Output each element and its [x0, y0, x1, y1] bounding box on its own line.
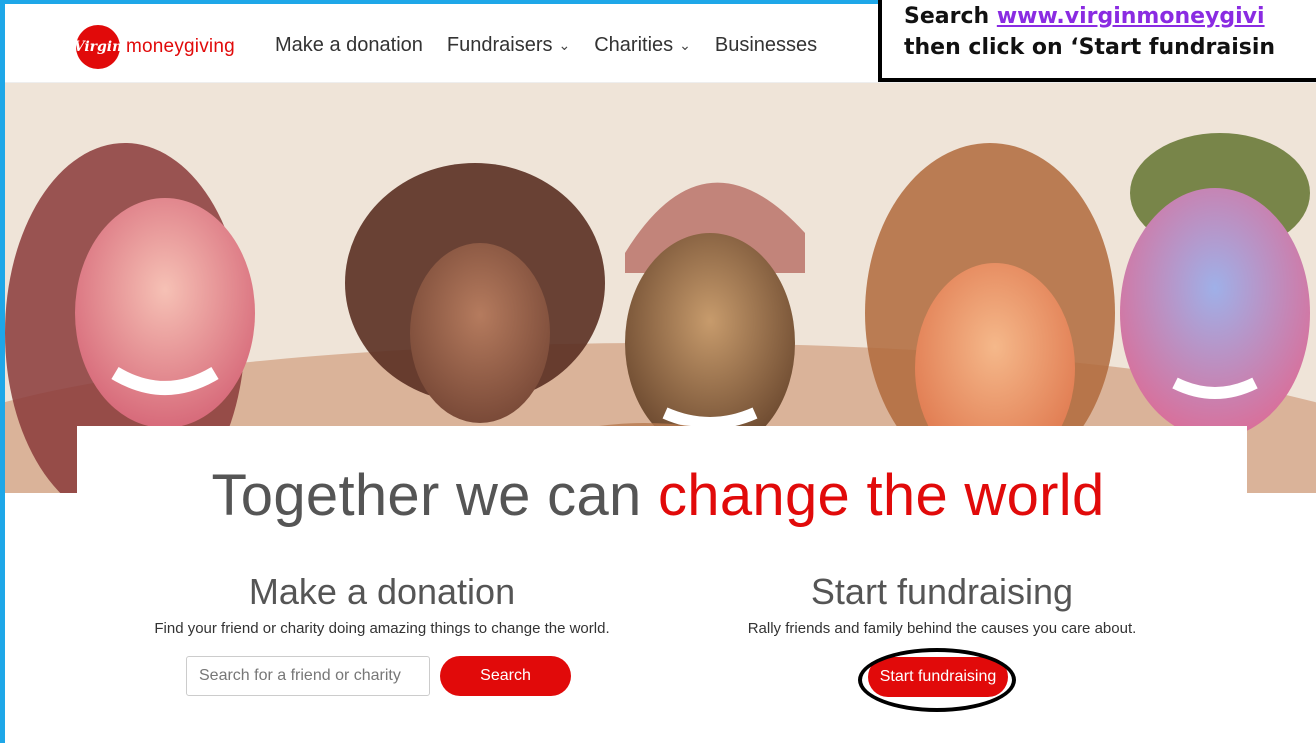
search-input[interactable]: [186, 656, 430, 696]
callout-line-2: then click on ‘Start fundraisin: [904, 35, 1276, 60]
main-nav: Make a donation Fundraisers ⌄ Charities …: [275, 34, 841, 57]
donate-subtitle: Find your friend or charity doing amazin…: [154, 620, 610, 637]
nav-charities[interactable]: Charities ⌄: [594, 34, 691, 57]
search-button[interactable]: Search: [440, 656, 571, 696]
chevron-down-icon: ⌄: [558, 37, 571, 53]
nav-label: Businesses: [714, 34, 818, 56]
nav-businesses[interactable]: Businesses: [715, 34, 817, 57]
nav-label: Charities: [594, 34, 674, 56]
highlight-circle-annotation: [858, 648, 1016, 712]
nav-make-donation[interactable]: Make a donation: [275, 34, 423, 57]
site-logo[interactable]: Virgin moneygiving: [74, 25, 235, 69]
nav-label: Make a donation: [275, 34, 423, 56]
callout-link[interactable]: www.virginmoneygivi: [997, 4, 1265, 29]
virgin-logo-badge: Virgin: [74, 25, 122, 69]
nav-fundraisers[interactable]: Fundraisers ⌄: [447, 34, 570, 57]
donate-title: Make a donation: [248, 571, 516, 612]
fundraise-subtitle: Rally friends and family behind the caus…: [747, 620, 1137, 637]
instruction-callout: Search www.virginmoneygivi then click on…: [878, 0, 1316, 82]
chevron-down-icon: ⌄: [679, 37, 691, 53]
fundraise-title: Start fundraising: [810, 571, 1074, 612]
nav-label: Fundraisers: [446, 34, 553, 56]
callout-line-1: Search www.virginmoneygivi: [904, 4, 1265, 29]
logo-wordmark: moneygiving: [126, 36, 235, 57]
hero-headline: Together we can change the world: [211, 463, 1105, 528]
